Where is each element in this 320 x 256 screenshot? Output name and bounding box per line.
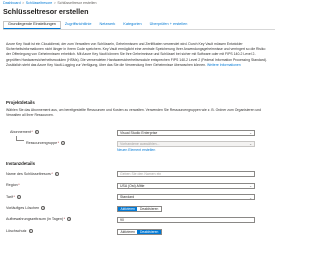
tree-connector: [16, 136, 24, 141]
instance-details-heading: Instanzdetails: [6, 161, 36, 166]
chevron-down-icon: ⌄: [249, 195, 252, 200]
info-icon: i: [67, 217, 72, 221]
tab-tags[interactable]: Kategorien: [119, 21, 145, 29]
soft-delete-label: Vorläufiges Löschen i: [6, 206, 46, 210]
chevron-down-icon: ⌄: [249, 184, 252, 189]
soft-delete-enable-option[interactable]: Aktivieren: [118, 206, 138, 211]
subscription-select[interactable]: Visual Studio Enterprise ⌄: [117, 129, 255, 136]
region-label: Region *: [6, 183, 20, 187]
tab-basics[interactable]: Grundlegende Einstellungen: [3, 21, 61, 29]
project-details-heading: Projektdetails: [6, 100, 35, 105]
breadcrumb: Dashboard > Schlüsseltresore > Schlüsseltres…: [3, 1, 97, 5]
info-icon: i: [28, 229, 33, 233]
tab-review-create[interactable]: Überprüfen + erstellen: [146, 21, 192, 29]
retention-days-input[interactable]: 90: [117, 216, 255, 223]
pricing-tier-label: Tarif * i: [6, 194, 21, 199]
chevron-down-icon: ⌄: [249, 131, 252, 136]
purge-protection-toggle: Aktivieren Deaktivieren: [117, 228, 162, 235]
pricing-tier-select[interactable]: Standard ⌄: [117, 194, 255, 201]
purge-protection-enable-option[interactable]: Aktivieren: [118, 229, 138, 234]
breadcrumb-dashboard[interactable]: Dashboard: [3, 1, 21, 5]
project-details-description: Wählen Sie das Abonnement aus, um bereit…: [6, 108, 262, 117]
info-icon: i: [41, 206, 46, 210]
tab-networking[interactable]: Netzwerk: [95, 21, 119, 29]
subscription-label: Abonnement * i: [10, 130, 39, 134]
info-icon: i: [16, 194, 21, 199]
soft-delete-toggle: Aktivieren Deaktivieren: [117, 205, 162, 212]
info-icon: i: [61, 141, 66, 145]
region-select[interactable]: USA (Ost)-Mitte ⌄: [117, 182, 255, 189]
vault-name-label: Name des Schlüsseltresors * i: [6, 171, 59, 176]
breadcrumb-separator: >: [53, 1, 56, 5]
info-icon: i: [34, 130, 39, 134]
soft-delete-disable-option[interactable]: Deaktivieren: [137, 206, 161, 211]
retention-days-label: Aufbewahrungszeitraum (in Tagen) * i: [6, 217, 72, 221]
resource-group-label: Ressourcengruppe * i: [26, 141, 66, 145]
learn-more-link[interactable]: Weitere Informationen: [207, 63, 241, 67]
tab-access-policy[interactable]: Zugriffsrichtlinie: [61, 21, 96, 29]
info-icon: i: [54, 171, 59, 176]
tab-bar: Grundlegende Einstellungen Zugriffsricht…: [3, 21, 275, 30]
breadcrumb-current: Schlüsseltresor erstellen: [57, 1, 97, 5]
page-title: Schlüsseltresor erstellen: [3, 7, 89, 16]
resource-group-select[interactable]: Vorhandene auswählen... ⌄: [117, 140, 255, 147]
create-resource-group-link[interactable]: Neuen Element erstellen: [117, 148, 155, 152]
breadcrumb-separator: >: [22, 1, 25, 5]
purge-protection-disable-option[interactable]: Deaktivieren: [137, 229, 161, 234]
breadcrumb-key-vaults[interactable]: Schlüsseltresore: [26, 1, 53, 5]
vault-name-input[interactable]: Geben Sie den Namen ein: [117, 171, 255, 178]
chevron-down-icon: ⌄: [249, 142, 252, 147]
intro-text: Azure Key Vault ist ein Clouddienst, der…: [6, 42, 270, 68]
purge-protection-label: Löschschutz i: [6, 229, 33, 233]
